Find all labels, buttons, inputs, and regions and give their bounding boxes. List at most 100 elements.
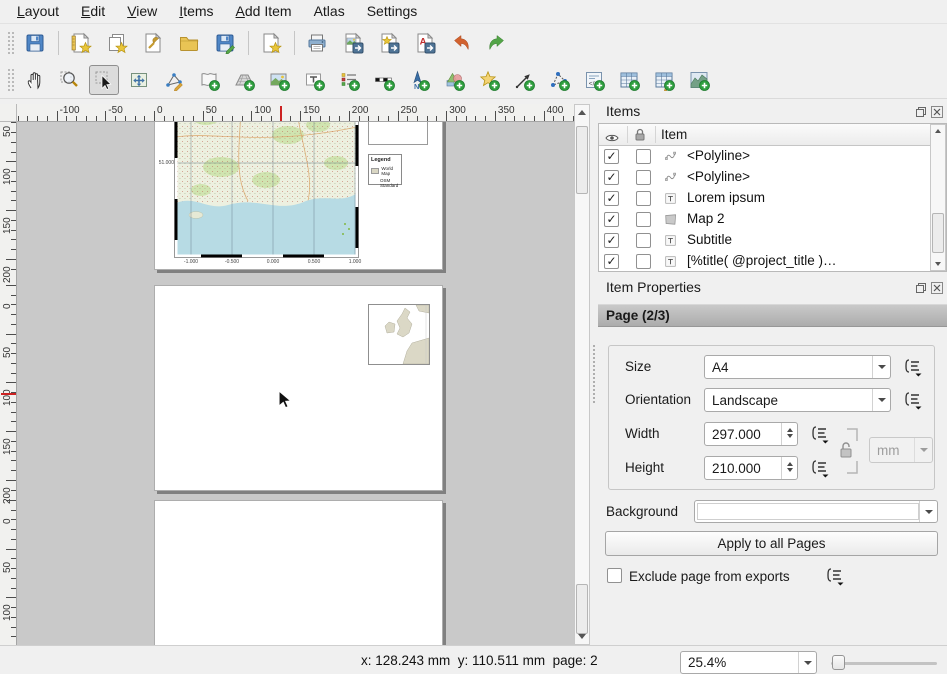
toolbar-drag-handle[interactable] [6, 30, 14, 56]
visibility-checkbox[interactable]: ✓ [604, 233, 619, 248]
save-as-template-button[interactable] [209, 27, 241, 59]
menu-edit[interactable]: Edit [70, 0, 116, 23]
export-svg-button[interactable] [373, 27, 405, 59]
close-panel-icon[interactable] [931, 281, 943, 299]
duplicate-layout-button[interactable] [101, 27, 133, 59]
menu-layout[interactable]: Layout [6, 0, 70, 23]
visibility-checkbox[interactable]: ✓ [604, 191, 619, 206]
visibility-checkbox[interactable]: ✓ [604, 254, 619, 269]
add-node-item-button[interactable] [544, 65, 574, 95]
zoom-slider-handle[interactable] [832, 655, 845, 670]
zoom-slider-track[interactable] [831, 662, 937, 665]
orientation-combo[interactable]: Landscape [704, 388, 891, 412]
toolbar-drag-handle[interactable] [6, 67, 14, 93]
lock-checkbox[interactable] [636, 149, 651, 164]
map-1-item[interactable] [157, 122, 363, 265]
add-north-arrow-button[interactable]: N [404, 65, 434, 95]
pan-button[interactable] [19, 65, 49, 95]
size-combo[interactable]: A4 [704, 355, 891, 379]
add-arrow-button[interactable] [509, 65, 539, 95]
exclude-page-checkbox[interactable] [607, 568, 622, 583]
add-marker-button[interactable] [474, 65, 504, 95]
visibility-checkbox[interactable]: ✓ [604, 170, 619, 185]
orientation-override-icon[interactable] [900, 390, 924, 410]
spin-arrows-icon[interactable] [781, 423, 797, 445]
add-attribute-table-button[interactable] [614, 65, 644, 95]
add-html-button[interactable]: </> [579, 65, 609, 95]
redo-button[interactable] [481, 27, 513, 59]
layout-canvas[interactable]: Legend World Map OSM Standard -1.000-0.5… [17, 122, 574, 645]
legend-item[interactable]: Legend World Map OSM Standard [368, 154, 402, 185]
table-row[interactable]: ✓Lorem ipsum [599, 188, 929, 209]
lock-checkbox[interactable] [636, 170, 651, 185]
table-row[interactable]: ✓Subtitle [599, 230, 929, 251]
float-panel-icon[interactable] [915, 281, 927, 299]
scrollbar-thumb[interactable] [576, 126, 588, 194]
canvas-vertical-scrollbar[interactable] [574, 104, 590, 645]
menu-add-item[interactable]: Add Item [225, 0, 303, 23]
zoom-button[interactable] [54, 65, 84, 95]
lock-checkbox[interactable] [636, 233, 651, 248]
menu-view[interactable]: View [116, 0, 168, 23]
page-2[interactable] [154, 285, 443, 491]
add-picture-button[interactable] [264, 65, 294, 95]
apply-to-all-pages-button[interactable]: Apply to all Pages [605, 531, 938, 556]
new-layout-button[interactable] [65, 27, 97, 59]
table-row[interactable]: ✓[%title( @project_title )… [599, 251, 929, 272]
export-image-button[interactable] [337, 27, 369, 59]
add-elevation-profile-button[interactable] [684, 65, 714, 95]
add-items-from-template-button[interactable] [255, 27, 287, 59]
select-move-item-button[interactable] [89, 65, 119, 95]
float-panel-icon[interactable] [915, 105, 927, 123]
size-override-icon[interactable] [900, 357, 924, 377]
visibility-checkbox[interactable]: ✓ [604, 212, 619, 227]
lock-checkbox[interactable] [636, 212, 651, 227]
table-row[interactable]: ✓ <Polyline> [599, 146, 929, 167]
scrollbar-thumb-lower[interactable] [576, 584, 588, 634]
move-item-content-button[interactable] [124, 65, 154, 95]
add-shape-button[interactable] [439, 65, 469, 95]
menu-atlas[interactable]: Atlas [303, 0, 356, 23]
add-legend-button[interactable] [334, 65, 364, 95]
width-override-icon[interactable] [807, 424, 831, 444]
empty-label-frame[interactable] [368, 122, 428, 145]
table-row[interactable]: ✓Map 2 [599, 209, 929, 230]
undo-button[interactable] [445, 27, 477, 59]
item-label: <Polyline> [687, 148, 750, 163]
export-pdf-button[interactable]: A [409, 27, 441, 59]
print-button[interactable] [301, 27, 333, 59]
width-spinbox[interactable]: 297.000 [704, 422, 798, 446]
scroll-down-button[interactable] [575, 629, 589, 644]
link-lock-icon[interactable] [839, 421, 865, 486]
menu-settings[interactable]: Settings [356, 0, 429, 23]
add-3d-map-button[interactable] [229, 65, 259, 95]
page-3[interactable] [154, 500, 443, 645]
add-scalebar-button[interactable] [369, 65, 399, 95]
exclude-override-icon[interactable] [822, 566, 846, 586]
items-table[interactable]: Item ✓<Polyline>✓<Polyline>✓Lorem ipsum✓… [598, 123, 947, 272]
zoom-level-combo[interactable]: 25.4% [680, 651, 817, 674]
units-combo[interactable]: mm [869, 437, 933, 463]
add-fixed-table-button[interactable] [649, 65, 679, 95]
add-map-button[interactable] [194, 65, 224, 95]
load-from-template-button[interactable] [173, 27, 205, 59]
visibility-checkbox[interactable]: ✓ [604, 149, 619, 164]
add-label-button[interactable] [299, 65, 329, 95]
background-color-button[interactable] [694, 500, 938, 523]
close-panel-icon[interactable] [931, 105, 943, 123]
edit-nodes-button[interactable] [159, 65, 189, 95]
save-project-button[interactable] [19, 27, 51, 59]
spin-arrows-icon[interactable] [781, 457, 797, 479]
table-row[interactable]: ✓<Polyline> [599, 167, 929, 188]
dock-splitter[interactable] [590, 104, 598, 645]
map-2-item[interactable] [368, 304, 430, 365]
height-spinbox[interactable]: 210.000 [704, 456, 798, 480]
items-scrollbar[interactable] [930, 124, 946, 271]
page-1[interactable]: Legend World Map OSM Standard -1.000-0.5… [154, 122, 443, 270]
lock-checkbox[interactable] [636, 191, 651, 206]
scroll-up-button[interactable] [575, 105, 589, 120]
menu-items[interactable]: Items [168, 0, 224, 23]
lock-checkbox[interactable] [636, 254, 651, 269]
layout-manager-button[interactable] [137, 27, 169, 59]
height-override-icon[interactable] [807, 458, 831, 478]
